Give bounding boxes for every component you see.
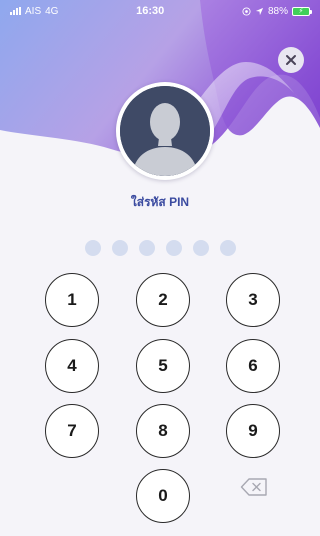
pin-dot <box>192 240 209 256</box>
status-time: 16:30 <box>136 5 165 17</box>
pin-dot <box>84 240 101 256</box>
status-left: AIS 4G <box>10 6 58 17</box>
key-8[interactable]: 8 <box>136 404 190 458</box>
key-3[interactable]: 3 <box>226 273 280 327</box>
status-right: 88% ⚡ <box>242 5 312 17</box>
pin-dot <box>165 240 182 256</box>
avatar <box>116 82 214 180</box>
pin-entry-screen: AIS 4G 16:30 88% ⚡ ใส่รหัส PIN 1 2 3 4 5… <box>0 0 320 536</box>
battery-percent: 88% <box>267 5 288 17</box>
signal-icon <box>10 7 21 15</box>
battery-icon: ⚡ <box>292 6 312 16</box>
pin-indicator <box>0 240 320 256</box>
network-label: 4G <box>45 5 59 17</box>
user-silhouette-icon <box>120 86 210 176</box>
backspace-icon <box>240 478 267 496</box>
key-5[interactable]: 5 <box>136 339 190 393</box>
status-bar: AIS 4G 16:30 88% ⚡ <box>0 0 320 22</box>
key-7[interactable]: 7 <box>45 404 99 458</box>
backspace-button[interactable] <box>236 469 272 505</box>
key-9[interactable]: 9 <box>226 404 280 458</box>
navigation-arrow-icon <box>255 7 264 15</box>
key-2[interactable]: 2 <box>136 273 190 327</box>
numeric-keypad: 1 2 3 4 5 6 7 8 9 0 <box>0 273 320 533</box>
key-1[interactable]: 1 <box>45 273 99 327</box>
pin-dot <box>111 240 128 256</box>
charging-bolt-icon: ⚡ <box>298 7 304 15</box>
pin-title: ใส่รหัส PIN <box>130 195 190 209</box>
avatar-image <box>120 86 210 176</box>
pin-dot <box>219 240 236 256</box>
location-icon <box>242 6 251 16</box>
carrier-label: AIS <box>25 5 42 17</box>
key-6[interactable]: 6 <box>226 339 280 393</box>
close-icon <box>286 55 296 65</box>
key-0[interactable]: 0 <box>136 469 190 523</box>
pin-dot <box>138 240 155 256</box>
key-4[interactable]: 4 <box>45 339 99 393</box>
close-button[interactable] <box>278 47 304 73</box>
